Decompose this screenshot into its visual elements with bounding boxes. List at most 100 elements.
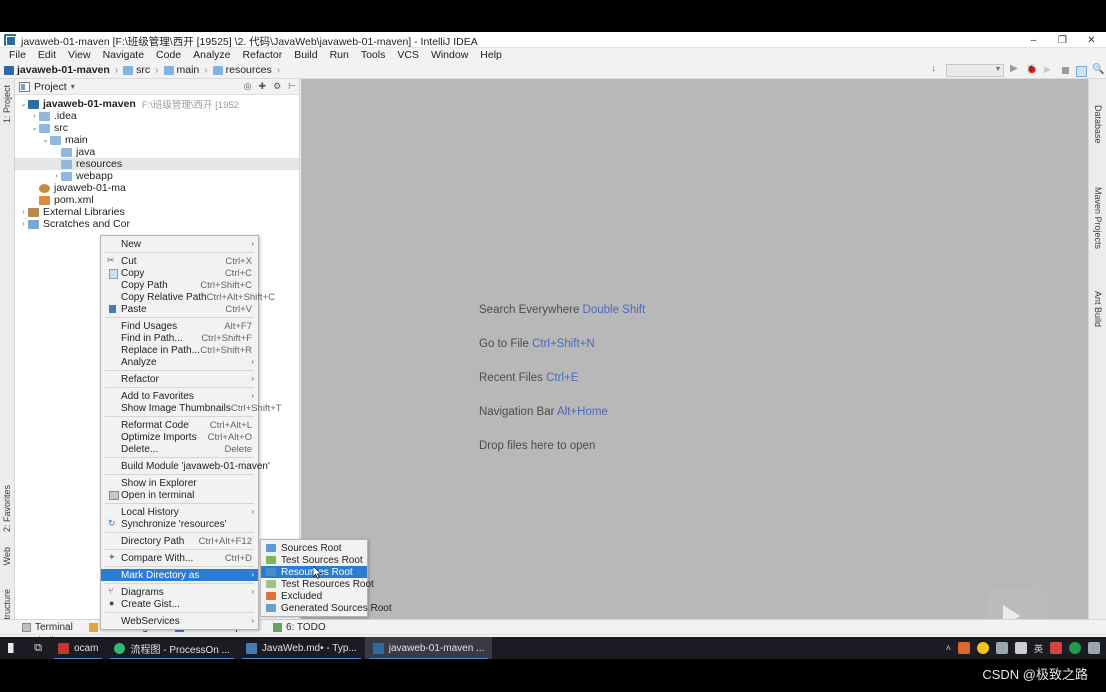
context-menu-item[interactable]: Refactor › — [101, 373, 258, 385]
context-menu-item[interactable]: Show Image Thumbnails Ctrl+Shift+T — [101, 402, 282, 414]
context-menu-item[interactable]: Paste Ctrl+V — [101, 303, 258, 315]
menu-refactor[interactable]: Refactor — [237, 48, 289, 62]
start-button[interactable] — [0, 637, 26, 659]
submenu-item[interactable]: Sources Root — [261, 542, 367, 554]
context-menu-item[interactable]: Open in terminal — [101, 489, 258, 501]
context-menu-item[interactable]: Directory Path Ctrl+Alt+F12 — [101, 535, 258, 547]
context-menu-item[interactable]: Compare With... Ctrl+D — [101, 552, 258, 564]
settings-icon[interactable]: ⚙ — [273, 81, 281, 92]
breadcrumb-item-main[interactable]: main › — [163, 64, 213, 76]
breadcrumb-item-src[interactable]: src › — [123, 64, 163, 76]
tree-expander-icon[interactable]: ⌄ — [30, 124, 39, 132]
pin-icon[interactable] — [957, 642, 970, 654]
run-icon[interactable] — [1008, 63, 1021, 77]
display-icon[interactable] — [995, 642, 1008, 654]
context-menu-item[interactable]: Delete... Delete — [101, 443, 258, 455]
tree-expander-icon[interactable]: › — [30, 113, 39, 120]
context-menu-item[interactable]: Copy Path Ctrl+Shift+C — [101, 279, 258, 291]
context-menu-item[interactable]: Optimize Imports Ctrl+Alt+O — [101, 431, 258, 443]
tree-expander-icon[interactable]: ⌄ — [41, 136, 50, 144]
context-menu-item[interactable]: Copy Ctrl+C — [101, 267, 258, 279]
submenu-item[interactable]: Test Sources Root — [261, 554, 367, 566]
taskbar-item-typora[interactable]: JavaWeb.md• - Typ... — [238, 637, 365, 659]
context-menu-item[interactable]: Analyze › — [101, 356, 258, 368]
search-icon[interactable] — [1091, 64, 1104, 77]
hide-icon[interactable]: ⊢ — [288, 81, 296, 92]
menu-tools[interactable]: Tools — [355, 48, 392, 62]
context-menu-item[interactable]: Create Gist... — [101, 598, 258, 610]
menu-vcs[interactable]: VCS — [391, 48, 425, 62]
submenu-item[interactable]: Generated Sources Root — [261, 602, 392, 614]
context-menu-item[interactable]: Diagrams › — [101, 586, 258, 598]
tree-expander-icon[interactable]: › — [19, 209, 28, 216]
breadcrumb-item-project[interactable]: javaweb-01-maven › — [4, 64, 123, 76]
menu-build[interactable]: Build — [288, 48, 323, 62]
stop-icon[interactable] — [1059, 64, 1072, 77]
sidebar-item-database[interactable]: Database — [1093, 105, 1103, 144]
tree-expander-icon[interactable]: › — [52, 173, 61, 180]
tree-expander-icon[interactable]: ⌄ — [19, 100, 28, 108]
context-menu-item[interactable]: Replace in Path... Ctrl+Shift+R — [101, 344, 258, 356]
context-menu-item[interactable]: Synchronize 'resources' — [101, 518, 258, 530]
collapse-all-icon[interactable]: ◎ — [244, 81, 252, 92]
tree-node[interactable]: ⌄ javaweb-01-maven F:\班级管理\西开 [1952 — [15, 98, 299, 111]
tree-node[interactable]: ⌄ main — [15, 134, 299, 146]
debug-icon[interactable] — [1025, 64, 1038, 77]
tree-node[interactable]: ⌄ src — [15, 122, 299, 134]
tree-node[interactable]: java — [15, 146, 299, 158]
notification-icon[interactable] — [1088, 642, 1100, 654]
menu-edit[interactable]: Edit — [32, 48, 62, 62]
menu-navigate[interactable]: Navigate — [97, 48, 150, 62]
tree-node[interactable]: javaweb-01-ma — [15, 182, 299, 194]
sidebar-item-maven-projects[interactable]: Maven Projects — [1093, 187, 1103, 249]
taskbar-item-processon[interactable]: 流程图 - ProcessOn ... — [106, 637, 237, 659]
context-menu-item[interactable]: New › — [101, 238, 258, 250]
tree-expander-icon[interactable]: › — [19, 221, 28, 228]
context-menu-item[interactable]: Show in Explorer — [101, 477, 258, 489]
context-menu-item[interactable]: Find Usages Alt+F7 — [101, 320, 258, 332]
submenu-item[interactable]: Excluded — [261, 590, 367, 602]
menu-help[interactable]: Help — [474, 48, 508, 62]
expand-icon[interactable]: ✚ — [259, 81, 267, 92]
sidebar-item-favorites[interactable]: 2: Favorites — [2, 485, 12, 532]
task-view-button[interactable]: ⧉ — [26, 637, 50, 659]
tree-node[interactable]: › webapp — [15, 170, 299, 182]
coverage-icon[interactable] — [1042, 64, 1055, 77]
taskbar-item-ocam[interactable]: ocam — [50, 637, 106, 659]
show-hidden-icons-icon[interactable]: ˄ — [946, 643, 951, 653]
breadcrumb-item-resources[interactable]: resources › — [212, 64, 285, 76]
tab-terminal[interactable]: Terminal — [22, 622, 73, 633]
close-button[interactable]: ✕ — [1077, 32, 1106, 48]
submenu-item[interactable]: Test Resources Root — [261, 578, 374, 590]
maximize-button[interactable]: ❐ — [1048, 32, 1077, 48]
tree-node[interactable]: › .idea — [15, 110, 299, 122]
context-menu-item[interactable]: WebServices › — [101, 615, 258, 627]
menu-code[interactable]: Code — [150, 48, 187, 62]
tab-todo[interactable]: 6: TODO — [272, 622, 326, 633]
taskbar-item-intellij[interactable]: javaweb-01-maven ... — [364, 637, 493, 659]
tree-node[interactable]: resources — [15, 158, 299, 170]
tree-node[interactable]: › External Libraries — [15, 206, 299, 218]
minimize-button[interactable]: – — [1019, 32, 1048, 48]
music-icon[interactable] — [1069, 642, 1081, 654]
tree-node[interactable]: pom.xml — [15, 194, 299, 206]
menu-file[interactable]: File — [3, 48, 32, 62]
context-menu-item[interactable]: Copy Relative Path Ctrl+Alt+Shift+C — [101, 291, 275, 303]
menu-view[interactable]: View — [62, 48, 97, 62]
sidebar-item-ant-build[interactable]: Ant Build — [1093, 291, 1103, 327]
menu-run[interactable]: Run — [324, 48, 355, 62]
layout-icon[interactable] — [1076, 65, 1087, 77]
context-menu-item[interactable]: Cut Ctrl+X — [101, 255, 258, 267]
context-menu-item[interactable]: Mark Directory as › — [101, 569, 258, 581]
sidebar-item-web[interactable]: Web — [2, 547, 12, 565]
run-configuration-select[interactable] — [946, 64, 1004, 77]
shield-icon[interactable] — [976, 642, 989, 654]
volume-icon[interactable] — [1014, 642, 1027, 654]
ime-icon[interactable]: 英 — [1034, 642, 1043, 654]
menu-window[interactable]: Window — [425, 48, 474, 62]
context-menu-item[interactable]: Build Module 'javaweb-01-maven' — [101, 460, 270, 472]
context-menu-item[interactable]: Reformat Code Ctrl+Alt+L — [101, 419, 258, 431]
menu-analyze[interactable]: Analyze — [187, 48, 236, 62]
sort-icon[interactable] — [929, 63, 942, 77]
sogou-icon[interactable] — [1050, 642, 1062, 654]
